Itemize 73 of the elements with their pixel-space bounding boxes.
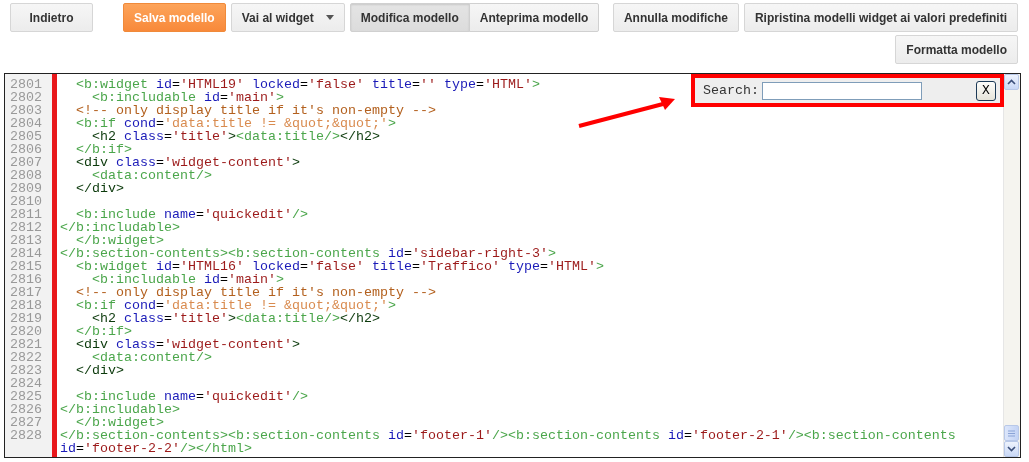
code-line: </b:section-contents><b:section-contents id='sidebar-right-3'> xyxy=(60,247,556,260)
code-line: <b:if cond='data:title != &quot;&quot;'> xyxy=(75,117,396,130)
line-number: 2802 xyxy=(9,91,43,104)
code-line: </b:widget> xyxy=(76,416,164,429)
code-line: <div class='widget-content'> xyxy=(75,156,300,169)
line-number: 2821 xyxy=(9,338,43,351)
line-number: 2807 xyxy=(9,156,43,169)
line-number: 2827 xyxy=(9,416,43,429)
code-line: <div class='widget-content'> xyxy=(75,338,300,351)
line-number: 2814 xyxy=(9,247,43,260)
line-number: 2804 xyxy=(9,117,43,130)
line-number: 2823 xyxy=(9,364,43,377)
mode-tab[interactable]: Anteprima modello xyxy=(468,3,600,32)
line-number: 2809 xyxy=(9,182,43,195)
mode-tab[interactable]: Modifica modello xyxy=(349,3,470,32)
line-number: 2826 xyxy=(9,403,43,416)
scrollbar[interactable] xyxy=(1003,74,1020,457)
close-button[interactable]: X xyxy=(976,80,996,101)
code-line: <b:include name='quickedit'/> xyxy=(75,208,308,221)
line-number: 2819 xyxy=(9,312,43,325)
line-number: 2820 xyxy=(9,325,43,338)
code-line: <b:includable id='main'> xyxy=(92,91,284,104)
line-number: 2812 xyxy=(9,221,43,234)
code-line: <h2 class='title'><data:title/></h2> xyxy=(91,312,380,325)
scroll-up-button[interactable] xyxy=(1004,74,1019,90)
code-line: </b:includable> xyxy=(60,403,180,416)
line-number: 2824 xyxy=(9,377,43,390)
line-number: 2808 xyxy=(9,169,43,182)
line-number: 2822 xyxy=(9,351,43,364)
code-line: <data:content/> xyxy=(91,351,212,364)
code-line: </div> xyxy=(75,364,124,377)
line-number: 2810 xyxy=(9,195,43,208)
scrollbar-thumb[interactable] xyxy=(1004,425,1019,441)
code-line: </b:section-contents><b:section-contents id='footer-1'/><b:section-contents id='footer-2-1'/><b:section-contents id='footer-2-2'/></html> xyxy=(60,429,957,455)
chevron-up-icon xyxy=(1007,79,1016,85)
line-number: 2817 xyxy=(9,286,43,299)
code-line: </b:widget> xyxy=(76,234,164,247)
search-field[interactable] xyxy=(762,81,922,100)
line-number: 2825 xyxy=(9,390,43,403)
search-label: Search: xyxy=(703,83,759,98)
code-line: </b:if> xyxy=(75,325,132,338)
line-number: 2815 xyxy=(9,260,43,273)
code-line: </b:if> xyxy=(75,143,132,156)
code-line: <b:includable id='main'> xyxy=(92,273,284,286)
dropdown-button[interactable]: Vai al widget xyxy=(230,3,345,32)
toolbar-button[interactable]: Indietro xyxy=(10,3,93,32)
code-line: <data:content/> xyxy=(91,169,212,182)
line-number: 2805 xyxy=(9,130,43,143)
code-line: <!-- only display title if it's non-empty --> xyxy=(75,104,436,117)
line-number: 2801 xyxy=(9,78,43,91)
line-number: 2816 xyxy=(9,273,43,286)
line-number: 2818 xyxy=(9,299,43,312)
code-line: <b:if cond='data:title != &quot;&quot;'> xyxy=(75,299,396,312)
grip-icon xyxy=(1008,429,1015,437)
toolbar-button[interactable]: Annulla modifiche xyxy=(612,3,739,32)
code-line: </div> xyxy=(75,182,124,195)
line-number: 2806 xyxy=(9,143,43,156)
line-number: 2813 xyxy=(9,234,43,247)
line-number: 2811 xyxy=(9,208,43,221)
toolbar-button[interactable]: Formatta modello xyxy=(895,35,1018,64)
chevron-down-icon xyxy=(1007,446,1016,452)
caret-icon xyxy=(325,15,334,20)
code-line: <b:widget id='HTML19' locked='false' title='' type='HTML'> xyxy=(75,78,540,91)
code-line: </b:includable> xyxy=(60,221,180,234)
line-number: 2803 xyxy=(9,104,43,117)
code-line: <h2 class='title'><data:title/></h2> xyxy=(91,130,380,143)
code-line: <b:widget id='HTML16' locked='false' title='Traffico' type='HTML'> xyxy=(75,260,604,273)
line-number: 2828 xyxy=(9,429,43,445)
code-line: <!-- only display title if it's non-empty --> xyxy=(75,286,436,299)
toolbar-button[interactable]: Ripristina modelli widget ai valori predefiniti xyxy=(743,3,1018,32)
code-line: <b:include name='quickedit'/> xyxy=(75,390,308,403)
scroll-down-button[interactable] xyxy=(1004,441,1019,457)
code-editor[interactable] xyxy=(4,73,1021,458)
